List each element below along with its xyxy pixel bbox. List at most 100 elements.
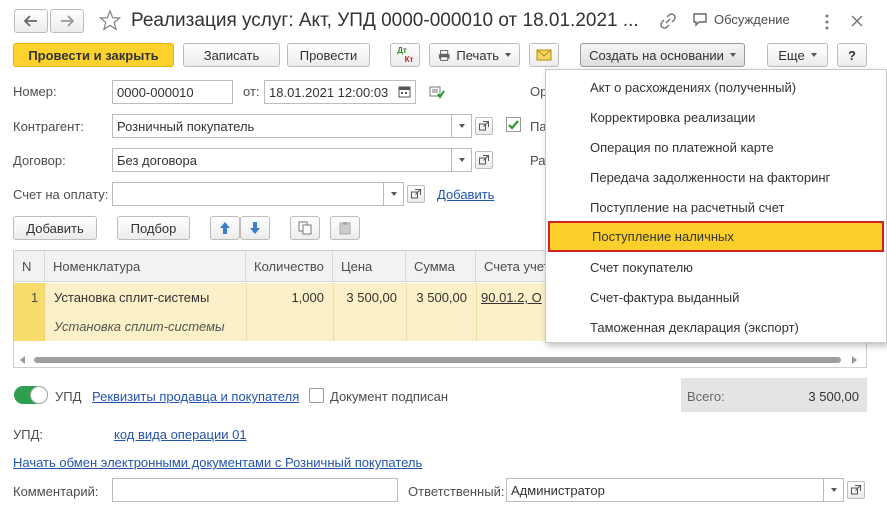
post-button[interactable]: Провести bbox=[287, 43, 370, 67]
date-field[interactable]: 18.01.2021 12:00:03 bbox=[264, 80, 416, 104]
document-signed-label: Документ подписан bbox=[330, 389, 449, 404]
arrow-right-icon bbox=[61, 15, 74, 27]
chevron-down-icon bbox=[729, 53, 736, 57]
menu-item-sales-correction[interactable]: Корректировка реализации bbox=[546, 102, 886, 132]
open-window-icon bbox=[479, 155, 489, 165]
upd-toggle[interactable] bbox=[14, 386, 48, 404]
row-selected-marker bbox=[14, 283, 45, 341]
discussion-label: Обсуждение bbox=[714, 12, 790, 27]
link-icon[interactable] bbox=[660, 13, 676, 29]
column-header-n[interactable]: N bbox=[14, 251, 45, 282]
total-value: 3 500,00 bbox=[808, 389, 859, 404]
email-button[interactable] bbox=[529, 43, 559, 67]
number-label: Номер: bbox=[13, 84, 57, 99]
add-row-label: Добавить bbox=[26, 220, 84, 236]
scrollbar-thumb[interactable] bbox=[34, 357, 841, 363]
open-window-icon bbox=[851, 485, 861, 495]
responsible-open-button[interactable] bbox=[847, 481, 865, 499]
toggle-knob bbox=[30, 386, 48, 404]
menu-item-customer-invoice[interactable]: Счет покупателю bbox=[546, 252, 886, 282]
column-divider bbox=[406, 283, 407, 341]
paste-button[interactable] bbox=[330, 216, 360, 240]
chevron-down-icon bbox=[458, 124, 465, 128]
column-header-item[interactable]: Номенклатура bbox=[45, 251, 246, 282]
pick-button[interactable]: Подбор bbox=[117, 216, 190, 240]
arrow-left-icon bbox=[24, 15, 37, 27]
save-button[interactable]: Записать bbox=[183, 43, 280, 67]
menu-item-cash-receipt[interactable]: Поступление наличных bbox=[548, 221, 884, 252]
menu-item-customs-declaration[interactable]: Таможенная декларация (экспорт) bbox=[546, 312, 886, 342]
add-invoice-link[interactable]: Добавить bbox=[437, 187, 494, 202]
move-up-button[interactable] bbox=[210, 216, 240, 240]
menu-item-card-payment[interactable]: Операция по платежной карте bbox=[546, 132, 886, 162]
comment-field[interactable] bbox=[112, 478, 398, 502]
post-and-close-button[interactable]: Провести и закрыть bbox=[13, 43, 174, 67]
copy-button[interactable] bbox=[290, 216, 320, 240]
counterparty-open-button[interactable] bbox=[475, 117, 493, 135]
open-window-icon bbox=[411, 189, 421, 199]
scroll-right-icon[interactable] bbox=[852, 356, 857, 364]
invoice-open-button[interactable] bbox=[407, 185, 425, 203]
envelope-icon bbox=[536, 49, 552, 61]
invoice-field[interactable] bbox=[112, 182, 384, 206]
row-account-link[interactable]: 90.01.2, О bbox=[481, 290, 542, 305]
row-item: Установка сплит-системы bbox=[54, 290, 210, 305]
more-button[interactable]: Еще bbox=[767, 43, 828, 67]
start-edo-link[interactable]: Начать обмен электронными документами с … bbox=[13, 455, 422, 470]
column-header-sum[interactable]: Сумма bbox=[406, 251, 476, 282]
dt-label: Дт bbox=[397, 46, 407, 55]
contract-dropdown[interactable] bbox=[452, 148, 472, 172]
seller-buyer-details-link[interactable]: Реквизиты продавца и покупателя bbox=[92, 389, 299, 404]
number-field[interactable]: 0000-000010 bbox=[112, 80, 233, 104]
horizontal-scrollbar[interactable] bbox=[14, 353, 866, 367]
menu-item-bank-receipt[interactable]: Поступление на расчетный счет bbox=[546, 192, 886, 222]
close-icon[interactable] bbox=[851, 15, 863, 27]
column-divider bbox=[476, 283, 477, 341]
row-number: 1 bbox=[31, 290, 39, 305]
create-based-on-menu: Акт о расхождениях (полученный) Корректи… bbox=[545, 69, 887, 343]
menu-item-discrepancy-act[interactable]: Акт о расхождениях (полученный) bbox=[546, 72, 886, 102]
menu-item-factoring[interactable]: Передача задолженности на факторинг bbox=[546, 162, 886, 192]
invoice-dropdown[interactable] bbox=[384, 182, 404, 206]
chevron-down-icon bbox=[390, 192, 397, 196]
invoice-label: Счет на оплату: bbox=[13, 187, 109, 202]
upd-field-label: УПД: bbox=[13, 427, 44, 442]
move-down-button[interactable] bbox=[240, 216, 270, 240]
operation-code-link[interactable]: код вида операции 01 bbox=[114, 427, 247, 442]
favorite-star-icon[interactable] bbox=[99, 10, 121, 31]
add-row-button[interactable]: Добавить bbox=[13, 216, 97, 240]
document-status-icon[interactable] bbox=[429, 86, 445, 99]
contract-label: Договор: bbox=[13, 153, 66, 168]
column-header-qty[interactable]: Количество bbox=[246, 251, 333, 282]
printer-icon bbox=[438, 49, 450, 61]
column-header-price[interactable]: Цена bbox=[333, 251, 406, 282]
dt-kt-button[interactable]: Дт Кт bbox=[390, 43, 420, 67]
contract-field[interactable]: Без договора bbox=[112, 148, 452, 172]
discussion-button[interactable]: Обсуждение bbox=[692, 12, 790, 27]
print-button[interactable]: Печать bbox=[429, 43, 520, 67]
more-vertical-icon[interactable] bbox=[824, 14, 830, 30]
document-signed-checkbox[interactable] bbox=[309, 388, 324, 403]
pa-checkbox[interactable] bbox=[506, 117, 521, 132]
create-based-on-button[interactable]: Создать на основании bbox=[580, 43, 745, 67]
pick-label: Подбор bbox=[130, 220, 177, 236]
forward-button[interactable] bbox=[50, 9, 84, 33]
total-label: Всего: bbox=[687, 389, 725, 404]
scroll-left-icon[interactable] bbox=[20, 356, 25, 364]
create-based-on-label: Создать на основании bbox=[589, 47, 724, 63]
back-button[interactable] bbox=[14, 9, 48, 33]
menu-item-issued-invoice[interactable]: Счет-фактура выданный bbox=[546, 282, 886, 312]
post-and-close-label: Провести и закрыть bbox=[28, 47, 159, 63]
contract-open-button[interactable] bbox=[475, 151, 493, 169]
chevron-down-icon bbox=[505, 53, 511, 57]
calendar-icon[interactable] bbox=[398, 85, 411, 98]
title-bar: Реализация услуг: Акт, УПД 0000-000010 о… bbox=[0, 0, 887, 40]
column-divider bbox=[333, 283, 334, 341]
responsible-field[interactable]: Администратор bbox=[506, 478, 824, 502]
window-title: Реализация услуг: Акт, УПД 0000-000010 о… bbox=[131, 10, 639, 31]
help-button[interactable]: ? bbox=[837, 43, 867, 67]
counterparty-dropdown[interactable] bbox=[452, 114, 472, 138]
column-divider bbox=[246, 283, 247, 341]
responsible-dropdown[interactable] bbox=[824, 478, 844, 502]
counterparty-field[interactable]: Розничный покупатель bbox=[112, 114, 452, 138]
